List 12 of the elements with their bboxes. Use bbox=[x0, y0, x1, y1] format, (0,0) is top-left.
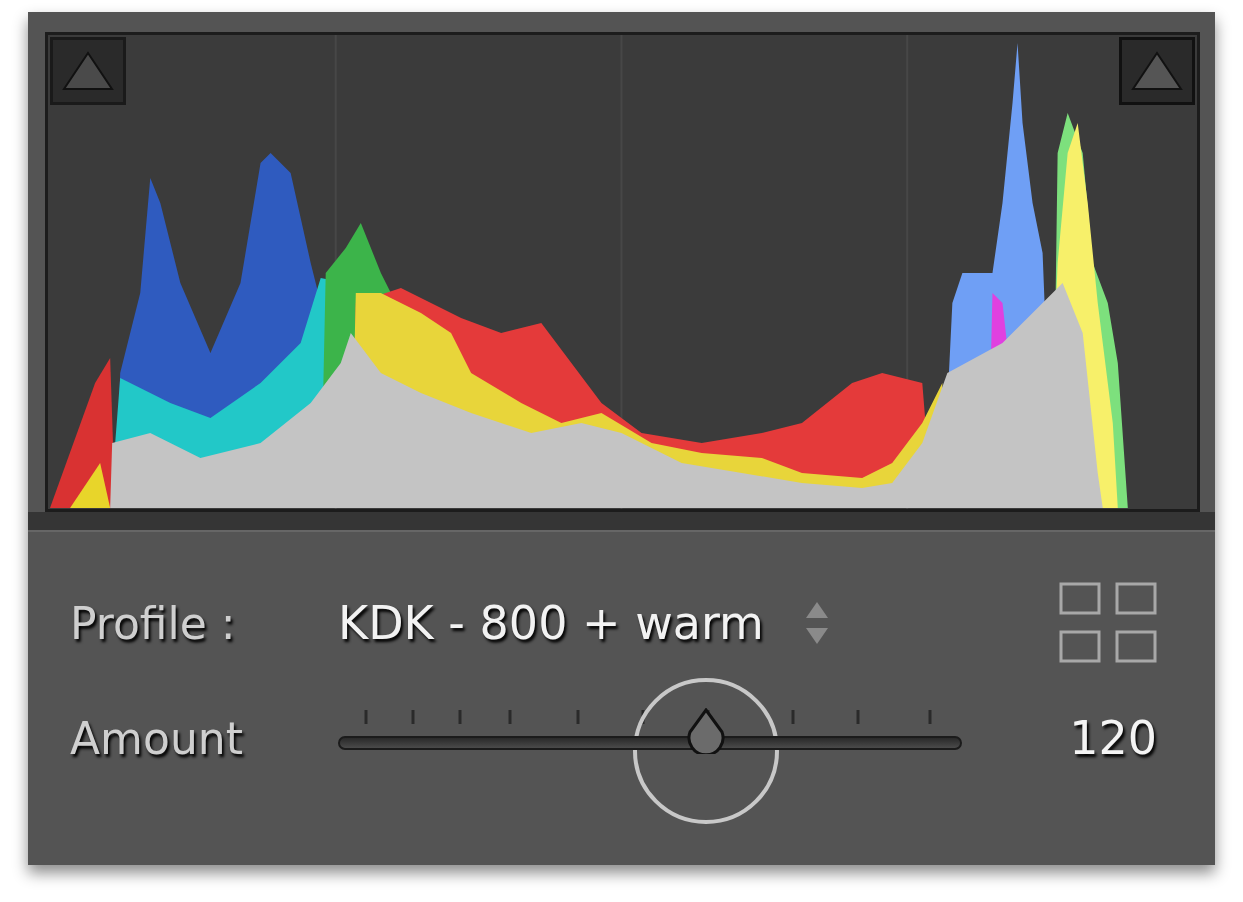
profile-dropdown[interactable]: KDK - 800 + warm bbox=[338, 596, 764, 650]
amount-label: Amount bbox=[70, 712, 244, 764]
amount-value: 120 bbox=[1068, 711, 1157, 765]
triangle-icon bbox=[1131, 51, 1183, 91]
shadow-clipping-button[interactable] bbox=[50, 37, 126, 105]
grid-view-icon[interactable] bbox=[1059, 582, 1157, 664]
amount-slider[interactable] bbox=[338, 708, 962, 754]
triangle-icon bbox=[62, 51, 114, 91]
highlight-clipping-button[interactable] bbox=[1119, 37, 1195, 105]
profile-label: Profile : bbox=[70, 597, 237, 649]
up-down-arrows-icon[interactable] bbox=[803, 600, 830, 646]
slider-thumb[interactable] bbox=[686, 708, 727, 754]
